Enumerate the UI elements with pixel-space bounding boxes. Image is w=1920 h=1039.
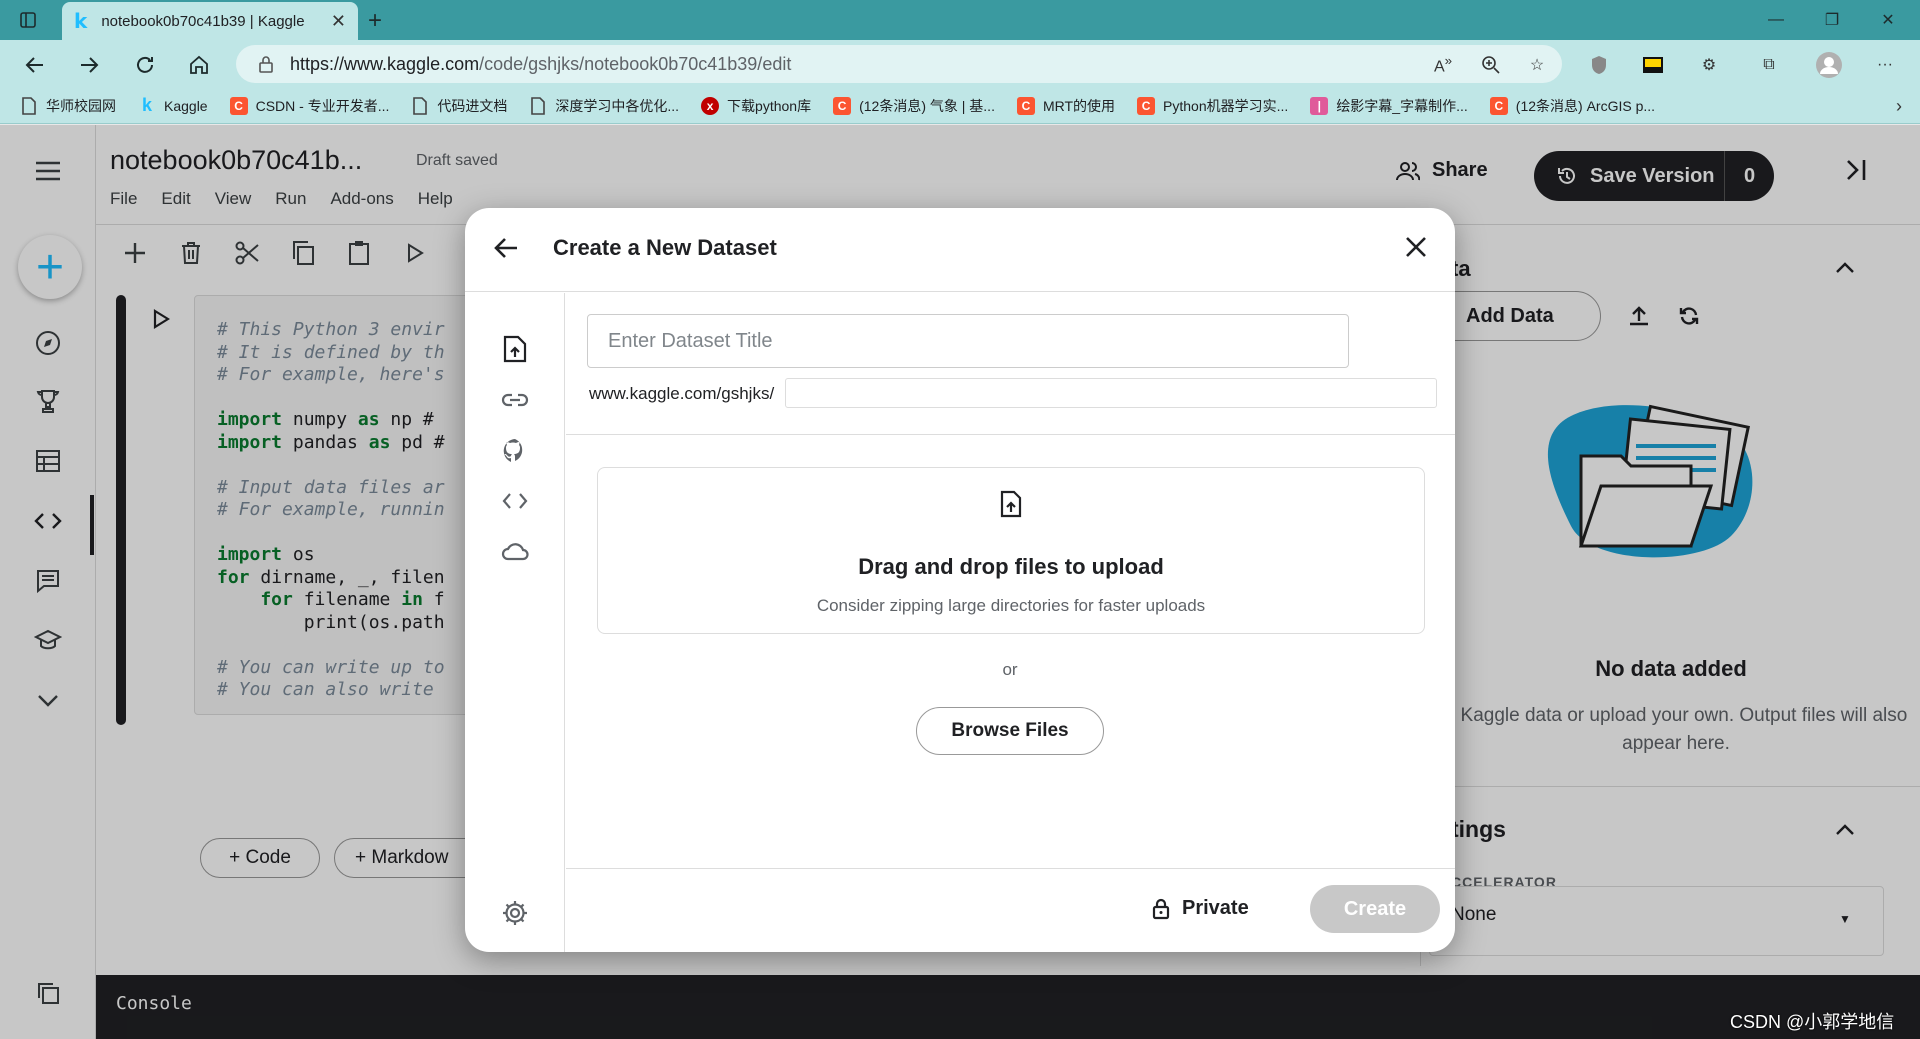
python-icon: x	[701, 96, 720, 115]
or-separator: or	[1002, 660, 1018, 679]
dataset-title-input[interactable]	[587, 314, 1349, 368]
shield-extension-icon[interactable]	[1586, 52, 1612, 78]
csdn-icon: C	[833, 96, 852, 115]
bookmarks-bar: 华师校园网 k Kaggle C CSDN - 专业开发者... 代码进文档 深度学习中各优…	[0, 88, 1920, 124]
browser-tab-bar: k notebook0b70c41b39 | Kaggle ✕ + — ❐ ✕	[0, 0, 1920, 40]
dropzone-hint: Consider zipping large directories for f…	[816, 596, 1206, 615]
profile-avatar-icon[interactable]	[1816, 52, 1842, 78]
create-dataset-button[interactable]: Create	[1310, 885, 1440, 933]
page-icon	[20, 96, 38, 115]
extension-yellow-icon[interactable]	[1640, 52, 1666, 78]
kaggle-icon: k	[141, 95, 152, 115]
lock-icon	[1152, 898, 1170, 919]
privacy-toggle-button[interactable]: Private	[1152, 897, 1249, 920]
dataset-url-prefix: www.kaggle.com/gshjks/	[589, 384, 775, 403]
home-icon[interactable]	[186, 52, 212, 78]
bookmark-item[interactable]: C MRT的使用	[1016, 96, 1116, 116]
bookmark-item[interactable]: C Python机器学习实...	[1137, 96, 1288, 116]
url-host: https://www.kaggle.com	[290, 53, 480, 74]
forward-icon[interactable]	[76, 52, 102, 78]
csdn-watermark: CSDN @小郭学地信	[1730, 1012, 1895, 1032]
minimize-icon[interactable]: —	[1750, 4, 1802, 36]
code-icon[interactable]	[501, 487, 529, 515]
file-dropzone[interactable]: Drag and drop files to upload Consider z…	[597, 467, 1425, 634]
bookmark-item[interactable]: C (12条消息) ArcGIS p...	[1489, 96, 1656, 116]
subtitle-icon: |	[1310, 96, 1329, 115]
file-upload-icon[interactable]	[501, 335, 529, 363]
tab-title: notebook0b70c41b39 | Kaggle	[101, 12, 305, 30]
csdn-icon: C	[1137, 96, 1156, 115]
zoom-icon[interactable]	[1478, 52, 1504, 78]
read-aloud-icon[interactable]: A»	[1430, 52, 1456, 78]
bookmarks-more-icon[interactable]: ›	[1896, 96, 1902, 117]
csdn-icon: C	[1489, 96, 1508, 115]
browse-files-button[interactable]: Browse Files	[916, 707, 1104, 755]
bookmark-label: 华师校园网	[46, 97, 116, 114]
bookmark-label: 绘影字幕_字幕制作...	[1336, 97, 1468, 114]
upload-source-sidebar	[465, 293, 565, 952]
bookmark-label: MRT的使用	[1042, 97, 1116, 114]
modal-footer: Private Create	[566, 868, 1455, 952]
modal-header: Create a New Dataset	[465, 208, 1455, 292]
browser-address-bar: https://www.kaggle.com/code/gshjks/noteb…	[0, 40, 1920, 88]
bookmark-label: 深度学习中各优化...	[555, 97, 680, 114]
bookmark-item[interactable]: x 下载python库	[701, 96, 811, 116]
section-divider	[566, 434, 1455, 435]
page-icon	[411, 96, 429, 115]
github-icon[interactable]	[501, 437, 529, 465]
bookmark-label: (12条消息) 气象 | 基...	[859, 97, 995, 114]
bookmark-label: CSDN - 专业开发者...	[255, 97, 390, 114]
bookmark-item[interactable]: k Kaggle	[138, 95, 208, 115]
tab-actions-icon[interactable]	[16, 8, 40, 32]
link-icon[interactable]	[501, 386, 529, 414]
bookmark-label: Python机器学习实...	[1163, 97, 1289, 114]
url-path: /code/gshjks/notebook0b70c41b39/edit	[479, 53, 792, 74]
csdn-icon: C	[1016, 96, 1035, 115]
collections-icon[interactable]: ⧉	[1756, 52, 1782, 78]
bookmark-item[interactable]: 深度学习中各优化...	[529, 96, 679, 116]
close-window-icon[interactable]: ✕	[1862, 4, 1914, 36]
bookmark-item[interactable]: C CSDN - 专业开发者...	[229, 96, 390, 116]
close-icon[interactable]	[1405, 236, 1427, 258]
new-tab-icon[interactable]: +	[368, 7, 382, 35]
bookmark-label: Kaggle	[164, 97, 208, 114]
dropzone-title: Drag and drop files to upload	[858, 554, 1164, 579]
bookmark-label: (12条消息) ArcGIS p...	[1515, 97, 1656, 114]
kaggle-favicon-icon: k	[74, 9, 88, 33]
refresh-icon[interactable]	[132, 52, 158, 78]
cloud-icon[interactable]	[501, 537, 529, 565]
bookmark-item[interactable]: | 绘影字幕_字幕制作...	[1310, 96, 1468, 116]
privacy-label: Private	[1182, 897, 1249, 919]
bookmark-item[interactable]: 代码进文档	[411, 96, 507, 116]
bookmark-label: 代码进文档	[437, 97, 508, 114]
csdn-icon: C	[229, 96, 248, 115]
settings-gear-icon[interactable]	[501, 899, 529, 927]
more-menu-icon[interactable]: ···	[1872, 52, 1898, 78]
browser-tab-active[interactable]: k notebook0b70c41b39 | Kaggle ✕	[62, 2, 358, 40]
back-arrow-icon[interactable]	[493, 236, 519, 260]
extensions-puzzle-icon[interactable]: ⚙	[1696, 52, 1722, 78]
close-tab-icon[interactable]: ✕	[331, 11, 346, 32]
lock-icon[interactable]	[258, 55, 274, 73]
bookmark-label: 下载python库	[727, 97, 812, 114]
page-icon	[529, 96, 547, 115]
modal-title: Create a New Dataset	[553, 235, 777, 260]
bookmark-item[interactable]: C (12条消息) 气象 | 基...	[833, 96, 995, 116]
url-text: https://www.kaggle.com/code/gshjks/noteb…	[290, 54, 791, 75]
file-upload-icon	[1000, 490, 1022, 518]
create-dataset-modal: Create a New Dataset www.kaggle.com/gshj…	[465, 208, 1455, 952]
favorite-star-icon[interactable]: ☆	[1524, 52, 1550, 78]
back-icon[interactable]	[22, 52, 48, 78]
url-bar[interactable]: https://www.kaggle.com/code/gshjks/noteb…	[236, 45, 1562, 83]
dataset-slug-input[interactable]	[785, 378, 1437, 408]
restore-icon[interactable]: ❐	[1806, 4, 1858, 36]
bookmark-item[interactable]: 华师校园网	[20, 96, 116, 116]
